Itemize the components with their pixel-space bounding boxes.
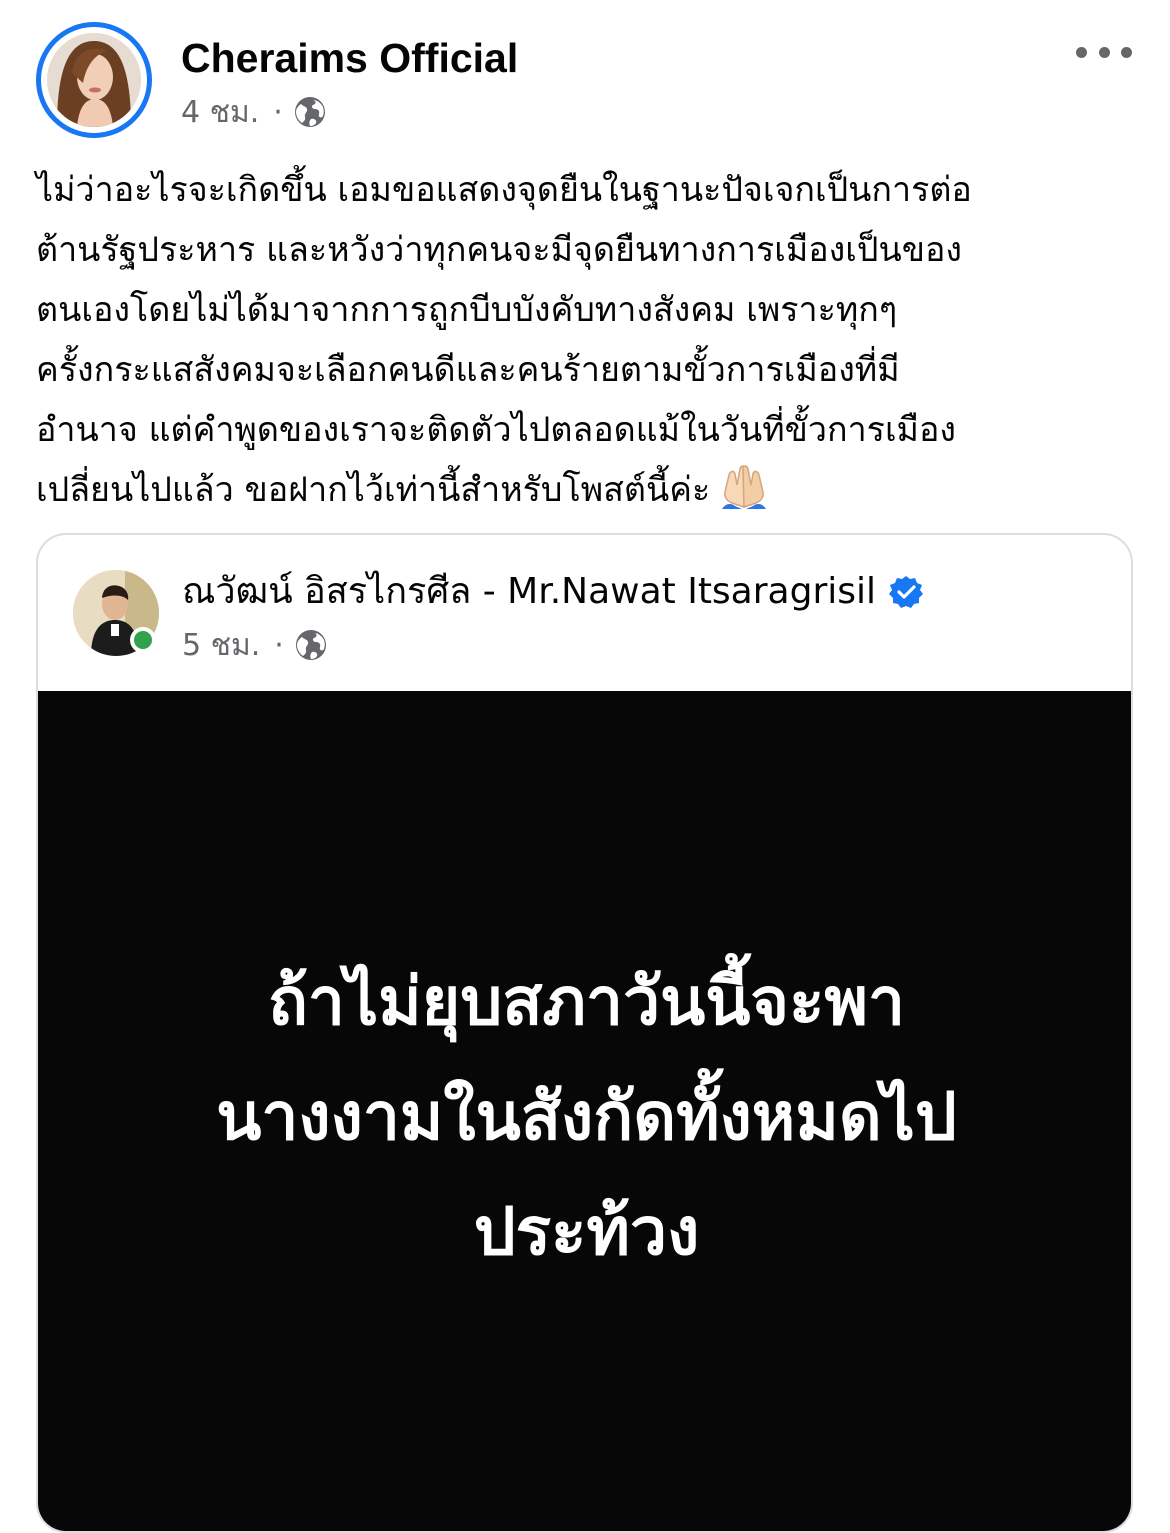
avatar-photo bbox=[47, 33, 141, 127]
image-caption: ถ้าไม่ยุบสภาวันนี้จะพา นางงามในสังกัดทั้… bbox=[38, 944, 1131, 1289]
more-dot bbox=[1076, 46, 1087, 58]
shared-author-label: ณวัฒน์ อิสรไกรศีล - Mr.Nawat Itsaragrisi… bbox=[182, 571, 877, 612]
globe-icon bbox=[294, 97, 325, 127]
post-header: Cheraims Official 4 ชม. · bbox=[0, 0, 1170, 150]
image-text-line: ถ้าไม่ยุบสภาวันนี้จะพา bbox=[267, 963, 906, 1040]
more-options-button[interactable] bbox=[1076, 40, 1132, 64]
more-dot bbox=[1121, 46, 1132, 58]
post-text-line: ครั้งกระแสสังคมจะเลือกคนดีและคนร้ายตามขั… bbox=[36, 350, 900, 390]
post-text-line: อำนาจ แต่คำพูดของเราจะติดตัวไปตลอดแม้ในว… bbox=[36, 410, 956, 450]
globe-icon bbox=[295, 630, 326, 660]
post-text-line: ตนเองโดยไม่ได้มาจากการถูกบีบบังคับทางสัง… bbox=[36, 290, 898, 330]
verified-badge-icon bbox=[889, 576, 924, 608]
more-dot bbox=[1098, 46, 1110, 58]
shared-post-time[interactable]: 5 ชม. bbox=[182, 622, 260, 669]
post-text: ไม่ว่าอะไรจะเกิดขึ้น เอมขอแสดงจุดยืนในฐา… bbox=[36, 160, 1131, 520]
post-text-line: เปลี่ยนไปแล้ว ขอฝากไว้เท่านี้สำหรับโพสต์… bbox=[36, 470, 711, 510]
shared-post-meta: 5 ชม. · bbox=[182, 625, 328, 665]
shared-author-name[interactable]: ณวัฒน์ อิสรไกรศีล - Mr.Nawat Itsaragrisi… bbox=[182, 569, 924, 615]
post-text-line: ไม่ว่าอะไรจะเกิดขึ้น เอมขอแสดงจุดยืนในฐา… bbox=[36, 170, 972, 210]
post-text-line: ต้านรัฐประหาร และหวังว่าทุกคนจะมีจุดยืนท… bbox=[36, 230, 962, 270]
meta-separator: · bbox=[274, 627, 284, 663]
online-status-dot bbox=[130, 627, 156, 653]
meta-separator: · bbox=[273, 94, 283, 130]
image-text-line: นางงามในสังกัดทั้งหมดไป bbox=[216, 1078, 957, 1155]
post-text-last-line: เปลี่ยนไปแล้ว ขอฝากไว้เท่านี้สำหรับโพสต์… bbox=[36, 460, 1131, 520]
post-meta: 4 ชม. · bbox=[181, 92, 327, 132]
shared-post-card[interactable]: ณวัฒน์ อิสรไกรศีล - Mr.Nawat Itsaragrisi… bbox=[36, 533, 1133, 1533]
image-text-line: ประท้วง bbox=[473, 1193, 700, 1270]
author-name[interactable]: Cheraims Official bbox=[181, 34, 518, 82]
post-time[interactable]: 4 ชม. bbox=[181, 89, 259, 136]
folded-hands-icon bbox=[722, 465, 767, 509]
shared-post-image[interactable]: ถ้าไม่ยุบสภาวันนี้จะพา นางงามในสังกัดทั้… bbox=[38, 691, 1131, 1531]
author-avatar[interactable] bbox=[36, 22, 152, 138]
